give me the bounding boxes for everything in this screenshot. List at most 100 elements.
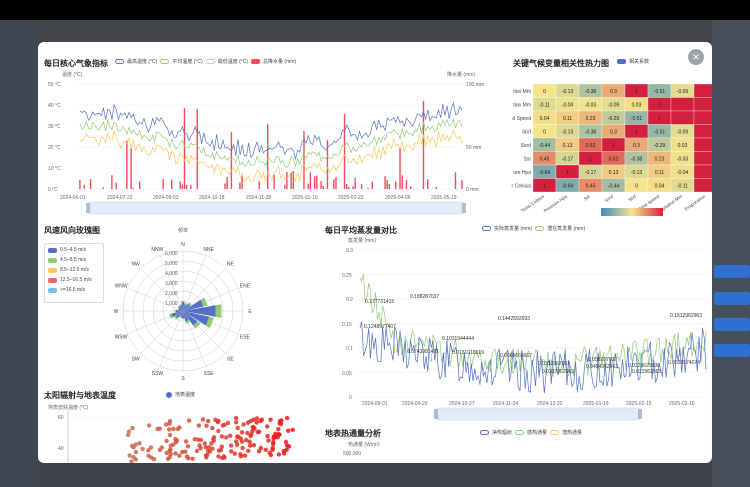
xtick: 2025-05-19	[431, 195, 457, 201]
visual-map-bar[interactable]	[601, 208, 663, 216]
precip-bar	[316, 175, 318, 189]
heatmap-cell[interactable]	[670, 97, 695, 112]
legend-avg[interactable]: 平均温度 (°C)	[172, 58, 202, 65]
heatmap-cell[interactable]	[693, 151, 712, 166]
scatter-point	[202, 441, 207, 446]
daily-zoom-slider[interactable]	[87, 201, 465, 215]
rose-petal[interactable]	[181, 301, 185, 303]
heatmap-col-label: Ssr	[583, 193, 592, 201]
precip-bar	[384, 176, 386, 189]
scatter-point	[157, 447, 163, 453]
heatmap-row-label: tion Mm	[513, 89, 531, 95]
precip-bar	[307, 183, 309, 189]
precip-bar	[266, 124, 269, 189]
rose-legend[interactable]: 0.5–4.5 m/s 4.5–8.5 m/s 8.5–12.5 m/s 12.…	[48, 247, 92, 293]
legend-label[interactable]: 0.5–4.5 m/s	[60, 247, 86, 253]
background-button	[714, 344, 750, 357]
heatmap-cell-value: 0.3	[633, 143, 640, 149]
legend-min[interactable]: 最低温度 (°C)	[218, 58, 248, 65]
legend-potential[interactable]: 潜在蒸发量 (mm)	[547, 225, 585, 232]
ytick: 0.15	[342, 322, 352, 328]
rose-petal[interactable]	[174, 309, 176, 313]
data-label: 0.022962963	[632, 369, 661, 375]
heatmap-cell[interactable]	[693, 97, 712, 112]
heatmap-cell-value: 0.62	[609, 156, 619, 162]
legend-actual[interactable]: 实际蒸发量 (mm)	[494, 225, 532, 232]
heatmap-cell-value: -0.17	[562, 156, 574, 162]
solar-legend[interactable]: 地表温度	[166, 391, 195, 398]
data-label: 0.177731415	[365, 299, 394, 305]
scatter-point	[265, 424, 270, 429]
scatter-point	[168, 451, 173, 457]
solar-scatter: 60 40	[58, 410, 296, 463]
xtick: 2024-09-03	[153, 195, 179, 201]
legend-label[interactable]: >=16.5 m/s	[60, 287, 85, 293]
heatmap-cell[interactable]	[693, 124, 712, 139]
rose-petal[interactable]	[181, 318, 185, 320]
zoom-handle-right[interactable]	[638, 409, 642, 419]
heatmap-cell-value: 1	[566, 170, 569, 176]
rose-direction-label: N	[181, 242, 185, 248]
legend-label[interactable]: 地表温度	[175, 391, 195, 398]
ytick: 0.2	[346, 297, 353, 303]
evap-zoom-slider[interactable]	[435, 407, 641, 421]
scatter-point	[131, 445, 136, 450]
zoom-handle-left[interactable]	[86, 203, 90, 213]
heatmap-cell[interactable]	[670, 110, 695, 125]
scatter-point	[163, 422, 169, 427]
precip-bar	[348, 186, 350, 189]
precip-bar	[181, 184, 184, 189]
heatmap-cell-value: 0.13	[563, 143, 573, 149]
rose-petal[interactable]	[215, 304, 222, 318]
scatter-point	[248, 443, 253, 448]
scatter-point	[198, 446, 203, 451]
scatter-point	[210, 446, 215, 451]
xtick: 2024-07-22	[107, 195, 133, 201]
heatmap-cell[interactable]	[693, 178, 712, 193]
legend-max[interactable]: 最高温度 (°C)	[127, 58, 157, 65]
legend-label: 相关系数	[629, 59, 650, 65]
scatter-point	[168, 443, 173, 448]
rose-direction-label: SSW	[152, 371, 164, 377]
heatflux-legend[interactable]: 净热辐射 感热通量 潜热通量	[480, 429, 582, 436]
xtick: 2025-04-06	[385, 195, 411, 201]
precip-bar	[399, 148, 401, 189]
precip-bar	[284, 184, 286, 189]
data-label: 0.0538574074	[668, 360, 700, 366]
wind-rose-chart: N NNW NW WNW W WSW SW SSW S SSE SE ESE E ENE NE NNE 6,0…	[114, 227, 253, 382]
legend-label[interactable]: 潜热通量	[562, 429, 582, 436]
scatter-point	[268, 417, 273, 422]
daily-legend[interactable]: 最高温度 (°C) 平均温度 (°C) 最低温度 (°C) 总降水量 (mm)	[115, 58, 296, 65]
heatmap-cell[interactable]	[693, 83, 712, 98]
scatter-point	[273, 431, 278, 436]
legend-label[interactable]: 净热辐射	[492, 429, 512, 436]
legend-label[interactable]: 8.5–12.5 m/s	[60, 267, 89, 273]
data-label: 0.0312962963	[538, 361, 570, 367]
legend-label[interactable]: 感热通量	[527, 429, 547, 436]
heatmap-cell[interactable]	[693, 110, 712, 125]
heatmap-cell-value: 0.11	[563, 116, 573, 122]
heatmap-cell[interactable]	[693, 137, 712, 152]
heatmap-cell-value: -0.51	[654, 129, 666, 135]
scatter-point	[167, 432, 173, 438]
legend-label[interactable]: 12.5–16.5 m/s	[60, 277, 92, 283]
zoom-handle-right[interactable]	[462, 203, 466, 213]
ytick-left: 10 °C	[48, 166, 61, 172]
scatter-point	[284, 415, 290, 421]
scatter-point	[216, 448, 222, 453]
scatter-point	[290, 427, 295, 432]
heatmap-legend[interactable]: 相关系数	[617, 58, 649, 65]
heatmap-row-label: Sbrf	[522, 129, 532, 135]
heatmap-cell[interactable]	[693, 164, 712, 179]
legend-precip[interactable]: 总降水量 (mm)	[263, 58, 296, 65]
ytick: 60	[58, 415, 64, 421]
legend-label[interactable]: 4.5–8.5 m/s	[60, 257, 86, 263]
precip-bar	[352, 186, 354, 189]
close-icon[interactable]: ×	[688, 49, 704, 65]
evap-legend[interactable]: 实际蒸发量 (mm) 潜在蒸发量 (mm)	[482, 225, 585, 232]
data-label: 0.0743981481	[407, 349, 439, 355]
scatter-point	[140, 446, 145, 452]
xtick: 2025-03-16	[669, 401, 695, 407]
rose-title: 风速风向玫瑰图	[44, 226, 100, 235]
zoom-handle-left[interactable]	[434, 409, 438, 419]
